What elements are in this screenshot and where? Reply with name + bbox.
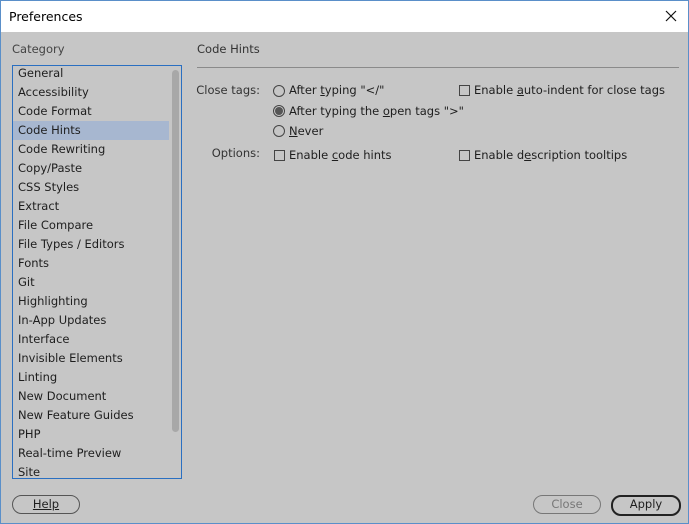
category-label: Category: [12, 42, 65, 56]
category-item[interactable]: Real-time Preview: [13, 444, 169, 463]
category-item[interactable]: Site: [13, 463, 169, 478]
category-item[interactable]: PHP: [13, 425, 169, 444]
category-item[interactable]: Highlighting: [13, 292, 169, 311]
auto-indent-checkbox[interactable]: [459, 85, 470, 96]
category-item[interactable]: Linting: [13, 368, 169, 387]
panel-divider: [197, 67, 679, 68]
category-item[interactable]: Code Format: [13, 102, 169, 121]
close-window-button[interactable]: [654, 1, 688, 32]
radio-after-typing-slash-label[interactable]: After typing "</": [289, 83, 384, 97]
description-tooltips-checkbox[interactable]: [459, 150, 470, 161]
title-bar: Preferences: [1, 1, 688, 32]
category-item[interactable]: Git: [13, 273, 169, 292]
category-item[interactable]: File Compare: [13, 216, 169, 235]
close-tags-label: Close tags:: [196, 83, 260, 97]
category-item[interactable]: Code Rewriting: [13, 140, 169, 159]
code-hints-label[interactable]: Enable code hints: [289, 148, 392, 162]
category-item[interactable]: New Document: [13, 387, 169, 406]
category-item[interactable]: Invisible Elements: [13, 349, 169, 368]
category-item[interactable]: Interface: [13, 330, 169, 349]
category-scrollbar[interactable]: [170, 66, 181, 478]
scrollbar-thumb[interactable]: [172, 70, 179, 432]
category-item[interactable]: CSS Styles: [13, 178, 169, 197]
category-item[interactable]: In-App Updates: [13, 311, 169, 330]
radio-never[interactable]: [273, 125, 285, 137]
code-hints-checkbox[interactable]: [274, 150, 285, 161]
radio-never-label[interactable]: Never: [289, 124, 323, 138]
radio-after-open-tags[interactable]: [273, 105, 285, 117]
category-item[interactable]: Fonts: [13, 254, 169, 273]
category-item[interactable]: File Types / Editors: [13, 235, 169, 254]
close-icon: [665, 10, 677, 22]
help-button[interactable]: Help: [12, 495, 80, 514]
description-tooltips-label[interactable]: Enable description tooltips: [474, 148, 627, 162]
close-button[interactable]: Close: [533, 495, 601, 514]
category-list[interactable]: Site Real-time Preview PHP New Feature Guid…: [12, 65, 182, 479]
category-item[interactable]: General: [13, 66, 169, 83]
category-item[interactable]: Accessibility: [13, 83, 169, 102]
panel-title: Code Hints: [197, 42, 260, 56]
radio-after-open-tags-label[interactable]: After typing the open tags ">": [289, 104, 464, 118]
options-label: Options:: [211, 146, 260, 160]
category-item[interactable]: Code Hints: [13, 121, 169, 140]
radio-after-typing-slash[interactable]: [273, 85, 285, 97]
auto-indent-label[interactable]: Enable auto-indent for close tags: [474, 83, 665, 97]
preferences-dialog: Preferences Category Site Real-time Previ…: [0, 0, 689, 524]
apply-button[interactable]: Apply: [611, 495, 681, 516]
category-item[interactable]: Extract: [13, 197, 169, 216]
window-title: Preferences: [9, 9, 83, 24]
category-item[interactable]: Copy/Paste: [13, 159, 169, 178]
category-item[interactable]: New Feature Guides: [13, 406, 169, 425]
